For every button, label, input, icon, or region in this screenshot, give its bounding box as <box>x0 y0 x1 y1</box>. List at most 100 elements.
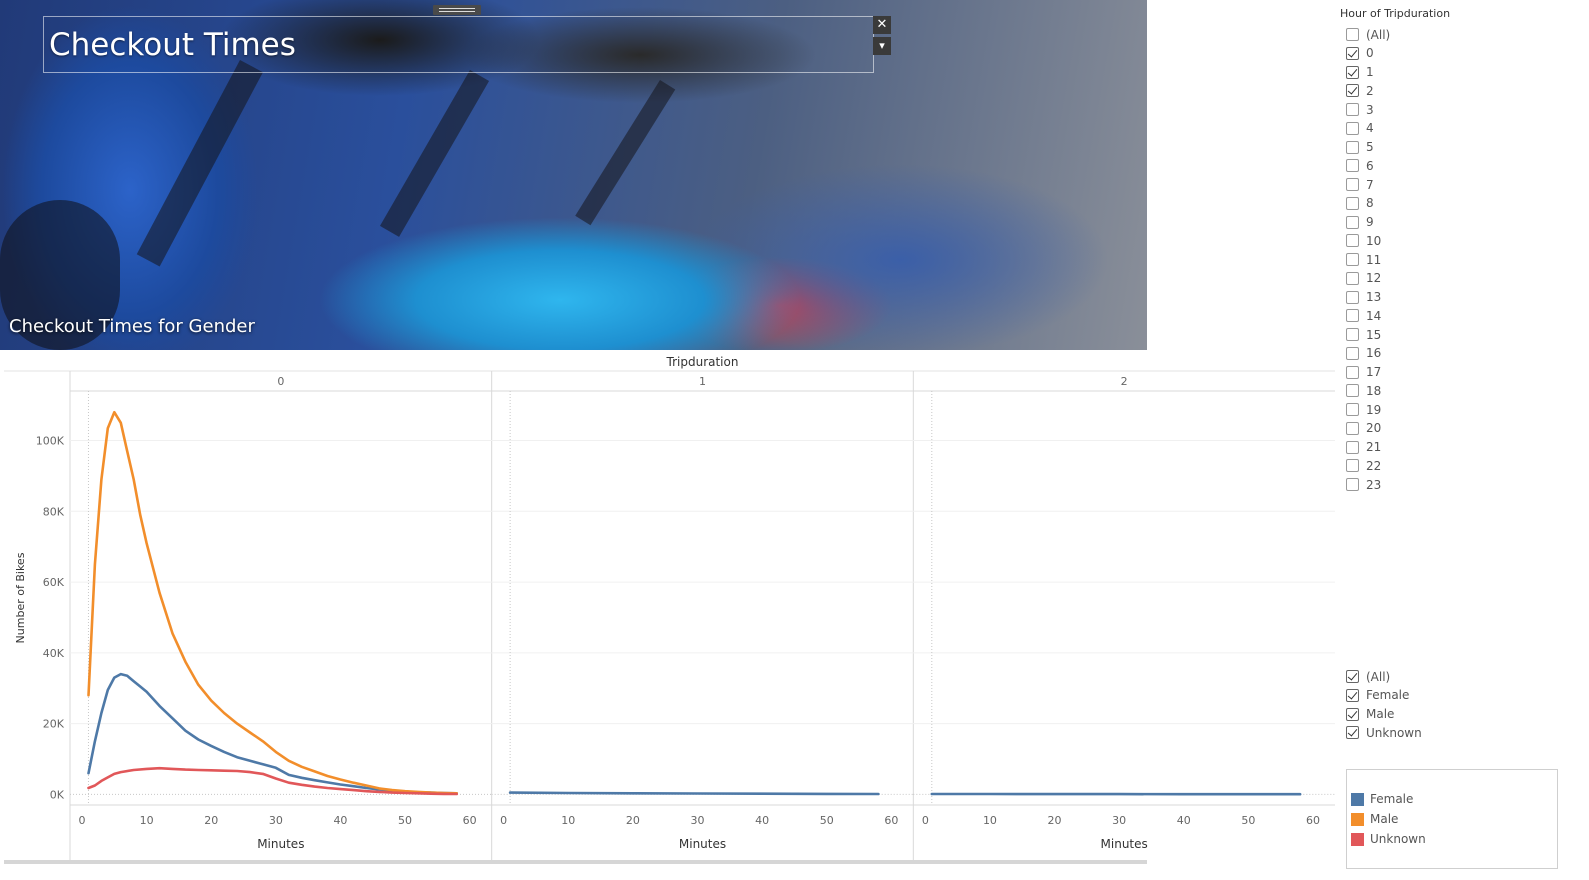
y-tick-label: 0K <box>50 788 65 801</box>
hour-filter-option-label: 20 <box>1366 421 1382 436</box>
checkbox[interactable] <box>1346 459 1359 473</box>
drag-handle[interactable] <box>433 5 481 15</box>
gender-filter-option-label: (All) <box>1366 669 1391 684</box>
checkbox[interactable] <box>1346 103 1359 116</box>
checkbox[interactable] <box>1346 121 1359 135</box>
checkbox[interactable] <box>1346 478 1359 491</box>
hour-filter-option[interactable]: 10 <box>1346 231 1381 250</box>
legend-swatch <box>1351 792 1364 806</box>
hour-filter-option-label: 13 <box>1366 290 1382 304</box>
x-tick-label: 20 <box>204 814 218 827</box>
checkbox[interactable] <box>1346 384 1359 398</box>
hour-filter-option[interactable]: 14 <box>1346 306 1381 325</box>
gender-filter-option[interactable]: Male <box>1346 705 1394 724</box>
x-tick-label: 0 <box>500 814 507 827</box>
checkbox[interactable] <box>1346 309 1359 323</box>
banner-decoration <box>380 70 490 237</box>
checkbox[interactable] <box>1346 421 1359 435</box>
hour-filter-option[interactable]: 19 <box>1346 400 1381 419</box>
checkbox[interactable] <box>1346 84 1359 98</box>
legend-item[interactable]: Male <box>1351 812 1398 826</box>
checkbox[interactable] <box>1346 707 1359 721</box>
x-tick-label: 50 <box>398 814 412 827</box>
hour-filter-option[interactable]: 6 <box>1346 156 1374 175</box>
x-tick-label: 30 <box>1112 814 1126 827</box>
hour-filter-option[interactable]: 21 <box>1346 438 1381 457</box>
legend-item[interactable]: Female <box>1351 792 1413 806</box>
panel-header-label: 1 <box>699 375 706 388</box>
checkbox[interactable] <box>1346 688 1359 702</box>
hour-filter-option[interactable]: 12 <box>1346 269 1381 288</box>
hour-filter-option[interactable]: 17 <box>1346 363 1381 382</box>
checkbox[interactable] <box>1346 440 1359 454</box>
checkbox[interactable] <box>1346 46 1359 60</box>
y-tick-label: 100K <box>36 435 65 448</box>
legend-item[interactable]: Unknown <box>1351 832 1426 846</box>
checkbox[interactable] <box>1346 253 1359 266</box>
checkout-times-chart[interactable]: Tripduration 0 1 2 Number of Bikes 0K 20K 40K 60… <box>4 350 1335 862</box>
hour-filter-option-label: 1 <box>1366 65 1374 79</box>
hour-filter-option[interactable]: 9 <box>1346 213 1374 232</box>
checkbox[interactable] <box>1346 140 1359 154</box>
x-axis-title: Minutes <box>257 837 304 851</box>
hour-filter-option[interactable]: 13 <box>1346 288 1381 307</box>
gender-filter-option[interactable]: Female <box>1346 686 1409 705</box>
hour-filter-option-label: 17 <box>1366 365 1382 379</box>
checkbox[interactable] <box>1346 328 1359 341</box>
hour-filter-option[interactable]: 0 <box>1346 44 1374 63</box>
hour-filter-option[interactable]: 15 <box>1346 325 1381 344</box>
close-icon[interactable]: ✕ <box>873 16 891 34</box>
hour-filter-option-label: 16 <box>1366 346 1382 361</box>
hour-filter-option[interactable]: 8 <box>1346 194 1374 213</box>
checkbox[interactable] <box>1346 159 1359 173</box>
hour-filter-option[interactable]: 16 <box>1346 344 1381 363</box>
checkbox[interactable] <box>1346 215 1359 229</box>
hour-filter-option[interactable]: 20 <box>1346 419 1381 438</box>
hour-filter-option-label: 18 <box>1366 383 1382 398</box>
hour-filter-option-label: 0 <box>1366 46 1374 61</box>
hour-filter-option[interactable]: 2 <box>1346 81 1374 100</box>
x-tick-label: 60 <box>463 814 477 827</box>
checkbox[interactable] <box>1346 290 1359 304</box>
hour-filter-option[interactable]: 11 <box>1346 250 1381 269</box>
checkbox[interactable] <box>1346 346 1359 360</box>
gender-filter-option[interactable]: Unknown <box>1346 723 1422 742</box>
panel-header-label: 2 <box>1121 375 1128 388</box>
x-tick-label: 10 <box>983 814 997 827</box>
y-tick-label: 20K <box>43 718 65 731</box>
dashboard-banner-image: Checkout Times ✕ ▾ Checkout Times for Ge… <box>0 0 1147 350</box>
hour-filter-option[interactable]: 4 <box>1346 119 1374 138</box>
hour-filter-option-label: 8 <box>1366 196 1374 211</box>
checkbox[interactable] <box>1346 178 1359 191</box>
chevron-down-icon[interactable]: ▾ <box>873 37 891 55</box>
checkbox[interactable] <box>1346 670 1359 683</box>
hour-filter-option[interactable]: (All) <box>1346 25 1390 44</box>
x-tick-label: 0 <box>79 814 86 827</box>
hour-filter-option[interactable]: 22 <box>1346 456 1381 475</box>
hour-filter-title: Hour of Tripduration <box>1340 7 1451 20</box>
hour-filter-option[interactable]: 23 <box>1346 475 1381 494</box>
legend-label: Male <box>1370 812 1399 826</box>
x-tick-label: 20 <box>626 814 640 827</box>
hour-filter-option[interactable]: 3 <box>1346 100 1374 119</box>
gender-filter-option-label: Female <box>1366 688 1410 703</box>
hour-filter-option[interactable]: 1 <box>1346 63 1374 82</box>
x-tick-label: 40 <box>1177 814 1191 827</box>
hour-filter-option-label: 4 <box>1366 121 1374 136</box>
checkbox[interactable] <box>1346 726 1359 740</box>
checkbox[interactable] <box>1346 196 1359 210</box>
checkbox[interactable] <box>1346 403 1359 416</box>
checkbox[interactable] <box>1346 234 1359 248</box>
checkbox[interactable] <box>1346 365 1359 379</box>
hour-filter-option-label: 12 <box>1366 271 1382 286</box>
hour-filter-option-label: 19 <box>1366 402 1382 417</box>
hour-filter-option[interactable]: 7 <box>1346 175 1374 194</box>
hour-filter-option[interactable]: 5 <box>1346 138 1374 157</box>
checkbox[interactable] <box>1346 28 1359 41</box>
chart-svg: Tripduration 0 1 2 Number of Bikes 0K 20K 40K 60… <box>4 355 1335 862</box>
hour-filter-option[interactable]: 18 <box>1346 381 1381 400</box>
checkbox[interactable] <box>1346 65 1359 79</box>
checkbox[interactable] <box>1346 271 1359 285</box>
title-box[interactable]: Checkout Times <box>43 16 874 73</box>
gender-filter-option[interactable]: (All) <box>1346 667 1390 686</box>
